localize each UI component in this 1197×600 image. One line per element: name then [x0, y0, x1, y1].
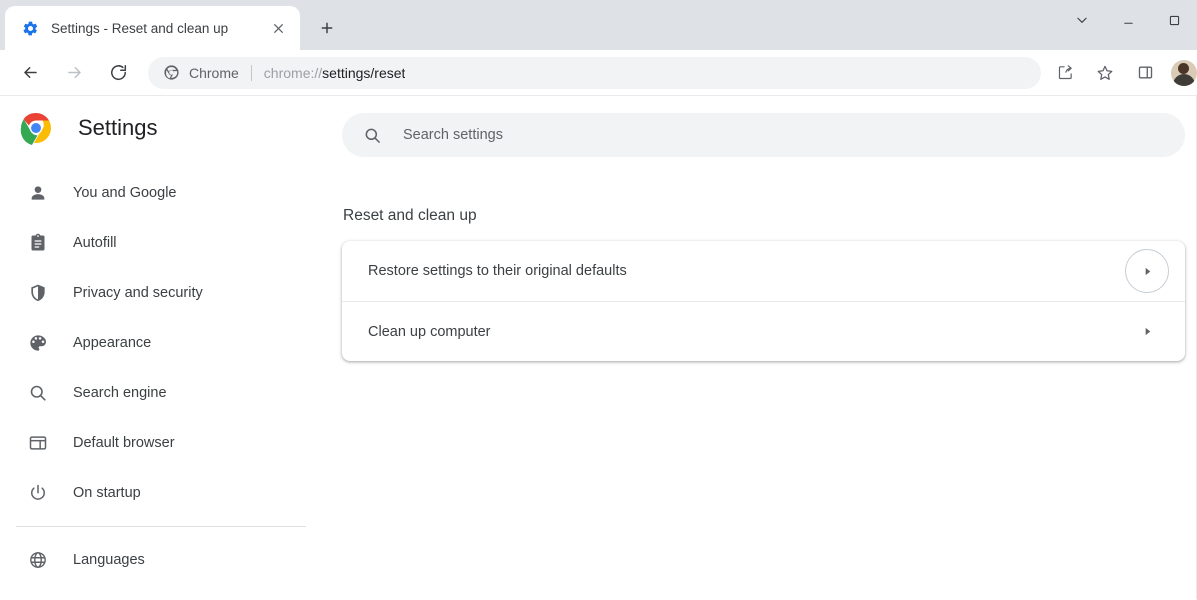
- sidebar-item-label: Default browser: [73, 435, 175, 451]
- settings-header: Settings: [0, 96, 340, 160]
- back-button[interactable]: [14, 57, 46, 89]
- section-title: Reset and clean up: [343, 207, 477, 224]
- star-icon[interactable]: [1090, 58, 1120, 88]
- sidebar-item-label: Search engine: [73, 385, 167, 401]
- settings-nav-list: You and Google Autofill Privacy and secu…: [0, 168, 340, 585]
- sidebar-item-label: You and Google: [73, 185, 177, 201]
- sidebar-item-search-engine[interactable]: Search engine: [0, 368, 340, 418]
- omnibox[interactable]: Chrome chrome://settings/reset: [148, 56, 1041, 89]
- shield-icon: [24, 283, 52, 303]
- tab-title: Settings - Reset and clean up: [51, 20, 229, 36]
- row-clean-up-computer[interactable]: Clean up computer: [342, 301, 1185, 361]
- row-label: Restore settings to their original defau…: [368, 263, 627, 279]
- power-icon: [24, 483, 52, 503]
- settings-page: Settings You and Google Autofill Privacy…: [0, 96, 1197, 599]
- new-tab-button[interactable]: [310, 11, 344, 45]
- reset-and-cleanup-card: Restore settings to their original defau…: [342, 241, 1185, 361]
- tab-strip: Settings - Reset and clean up: [0, 0, 1197, 50]
- magnifier-icon: [24, 383, 52, 403]
- sidebar-item-you-and-google[interactable]: You and Google: [0, 168, 340, 218]
- chrome-icon: [162, 64, 180, 82]
- sidebar-item-privacy-and-security[interactable]: Privacy and security: [0, 268, 340, 318]
- side-panel-icon[interactable]: [1130, 58, 1160, 88]
- sidebar-item-default-browser[interactable]: Default browser: [0, 418, 340, 468]
- chevron-down-icon[interactable]: [1059, 0, 1105, 40]
- window-controls: [1059, 0, 1197, 40]
- avatar-head: [1178, 62, 1189, 74]
- maximize-icon[interactable]: [1151, 0, 1197, 40]
- browser-window-icon: [24, 433, 52, 453]
- browser-tab[interactable]: Settings - Reset and clean up: [5, 6, 300, 50]
- omnibox-url: chrome://settings/reset: [264, 65, 406, 81]
- globe-icon: [24, 550, 52, 570]
- sidebar-item-languages[interactable]: Languages: [0, 535, 340, 585]
- clipboard-icon: [24, 233, 52, 253]
- row-label: Clean up computer: [368, 323, 491, 340]
- chevron-right-icon[interactable]: [1125, 310, 1169, 354]
- sidebar-divider: [16, 526, 306, 527]
- browser-toolbar: Chrome chrome://settings/reset: [0, 50, 1197, 96]
- chevron-right-icon[interactable]: [1125, 249, 1169, 293]
- sidebar-item-autofill[interactable]: Autofill: [0, 218, 340, 268]
- sidebar-item-label: Appearance: [73, 335, 152, 351]
- settings-sidebar: Settings You and Google Autofill Privacy…: [0, 96, 340, 599]
- sidebar-item-appearance[interactable]: Appearance: [0, 318, 340, 368]
- omnibox-url-path: settings/reset: [322, 64, 406, 81]
- search-section: [342, 96, 1197, 157]
- avatar-body: [1173, 73, 1195, 86]
- sidebar-item-on-startup[interactable]: On startup: [0, 468, 340, 518]
- omnibox-url-prefix: chrome://: [263, 64, 323, 81]
- forward-button[interactable]: [58, 57, 90, 89]
- person-icon: [24, 183, 52, 203]
- reload-button[interactable]: [102, 57, 134, 89]
- sidebar-item-label: Privacy and security: [73, 285, 203, 301]
- chrome-logo-icon: [18, 110, 54, 146]
- browser-window: Settings - Reset and clean up Chrome chr…: [0, 0, 1197, 600]
- share-icon[interactable]: [1050, 58, 1080, 88]
- settings-main: Reset and clean up Restore settings to t…: [340, 96, 1197, 599]
- search-icon: [362, 125, 382, 145]
- palette-icon: [24, 333, 52, 353]
- sidebar-item-label: Languages: [73, 552, 145, 568]
- search-input[interactable]: [403, 127, 1165, 143]
- sidebar-item-label: On startup: [73, 485, 141, 501]
- search-settings-box[interactable]: [342, 113, 1185, 157]
- gear-icon: [21, 19, 39, 37]
- sidebar-item-label: Autofill: [73, 235, 117, 251]
- avatar[interactable]: [1171, 59, 1197, 86]
- close-icon[interactable]: [266, 16, 290, 40]
- omnibox-scheme-chip: Chrome: [189, 64, 239, 81]
- page-title: Settings: [78, 115, 158, 140]
- minimize-icon[interactable]: [1105, 0, 1151, 40]
- omnibox-divider: [250, 64, 252, 81]
- row-restore-settings[interactable]: Restore settings to their original defau…: [342, 241, 1185, 301]
